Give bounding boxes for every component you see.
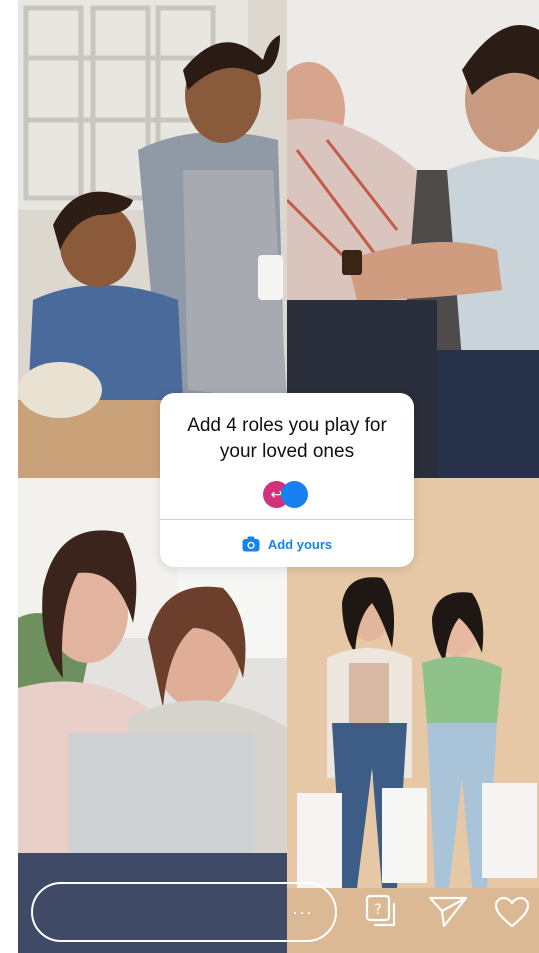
camera-icon <box>242 536 260 552</box>
question-sticker-icon[interactable]: ? <box>362 892 402 932</box>
participant-avatar <box>281 481 308 508</box>
reply-input[interactable]: ··· <box>31 882 337 942</box>
more-options-icon[interactable]: ··· <box>292 902 313 923</box>
sticker-prompt-text: Add 4 roles you play for your loved ones <box>187 415 387 462</box>
heart-icon[interactable] <box>492 892 532 932</box>
add-yours-sticker[interactable]: Add 4 roles you play for your loved ones… <box>160 393 414 567</box>
paper-plane-icon[interactable] <box>428 892 468 932</box>
svg-text:?: ? <box>374 902 381 918</box>
add-yours-button[interactable]: Add yours <box>160 532 414 556</box>
story-viewer[interactable]: Add 4 roles you play for your loved ones… <box>18 0 539 953</box>
add-yours-label: Add yours <box>267 536 333 552</box>
sticker-divider <box>160 519 414 520</box>
participant-avatars[interactable]: ↩ <box>263 481 315 509</box>
